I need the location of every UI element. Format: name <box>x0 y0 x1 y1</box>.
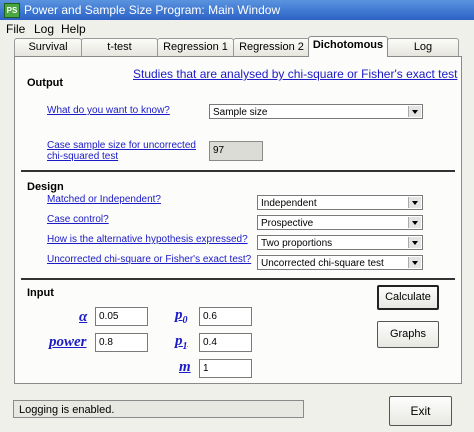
window-title: Power and Sample Size Program: Main Wind… <box>24 3 281 17</box>
alpha-link[interactable]: α <box>79 309 87 326</box>
tab-log[interactable]: Log <box>387 38 459 56</box>
case-control-value: Prospective <box>261 218 314 229</box>
tab-regression-1[interactable]: Regression 1 <box>157 38 234 56</box>
matched-independent-value: Independent <box>261 198 317 209</box>
case-control-link[interactable]: Case control? <box>47 214 109 225</box>
graphs-button[interactable]: Graphs <box>377 321 439 348</box>
exit-button[interactable]: Exit <box>389 396 452 426</box>
tab-survival[interactable]: Survival <box>14 38 82 56</box>
what-to-know-select[interactable]: Sample size <box>209 104 423 119</box>
alternative-hypothesis-select[interactable]: Two proportions <box>257 235 423 250</box>
chevron-down-icon <box>408 106 421 117</box>
what-to-know-link[interactable]: What do you want to know? <box>47 105 170 116</box>
menu-log[interactable]: Log <box>34 22 54 36</box>
case-sample-size-output: 97 <box>209 141 263 161</box>
p0-input[interactable]: 0.6 <box>199 307 252 326</box>
chevron-down-icon <box>408 257 421 268</box>
studies-header-link[interactable]: Studies that are analysed by chi-square … <box>133 67 457 81</box>
tab-dichotomous[interactable]: Dichotomous <box>308 36 388 57</box>
p0-subscript: 0 <box>182 315 188 326</box>
design-section-title: Design <box>27 181 64 193</box>
m-link[interactable]: m <box>179 359 191 376</box>
output-section-title: Output <box>27 77 64 89</box>
p1-subscript: 1 <box>182 341 188 352</box>
case-sample-size-line1: Case sample size for uncorrected <box>47 140 196 151</box>
p1-link[interactable]: p1 <box>175 333 188 352</box>
tab-panel: Studies that are analysed by chi-square … <box>14 56 462 384</box>
power-link[interactable]: power <box>49 334 87 351</box>
divider <box>21 278 455 280</box>
p1-label: p <box>175 333 183 349</box>
p0-link[interactable]: p0 <box>175 307 188 326</box>
p0-label: p <box>175 307 183 323</box>
chevron-down-icon <box>408 197 421 208</box>
matched-independent-link[interactable]: Matched or Independent? <box>47 194 161 205</box>
power-input[interactable]: 0.8 <box>95 333 148 352</box>
title-bar: PS Power and Sample Size Program: Main W… <box>0 0 474 20</box>
case-sample-size-link[interactable]: Case sample size for uncorrected chi-squ… <box>47 140 196 162</box>
tab-t-test[interactable]: t-test <box>81 38 158 56</box>
divider <box>21 170 455 172</box>
m-input[interactable]: 1 <box>199 359 252 378</box>
chevron-down-icon <box>408 237 421 248</box>
app-icon: PS <box>4 3 20 18</box>
matched-independent-select[interactable]: Independent <box>257 195 423 210</box>
case-sample-size-line2: chi-squared test <box>47 151 119 162</box>
p1-input[interactable]: 0.4 <box>199 333 252 352</box>
case-control-select[interactable]: Prospective <box>257 215 423 230</box>
menu-help[interactable]: Help <box>61 22 86 36</box>
alpha-input[interactable]: 0.05 <box>95 307 148 326</box>
status-bar: Logging is enabled. <box>13 400 304 418</box>
menu-file[interactable]: File <box>6 22 25 36</box>
alternative-hypothesis-link[interactable]: How is the alternative hypothesis expres… <box>47 234 248 245</box>
alternative-hypothesis-value: Two proportions <box>261 238 333 249</box>
what-to-know-value: Sample size <box>213 107 268 118</box>
test-type-value: Uncorrected chi-square test <box>261 258 384 269</box>
test-type-select[interactable]: Uncorrected chi-square test <box>257 255 423 270</box>
calculate-button[interactable]: Calculate <box>377 285 439 310</box>
chevron-down-icon <box>408 217 421 228</box>
test-type-link[interactable]: Uncorrected chi-square or Fisher's exact… <box>47 254 251 265</box>
tab-regression-2[interactable]: Regression 2 <box>233 38 310 56</box>
input-section-title: Input <box>27 287 54 299</box>
